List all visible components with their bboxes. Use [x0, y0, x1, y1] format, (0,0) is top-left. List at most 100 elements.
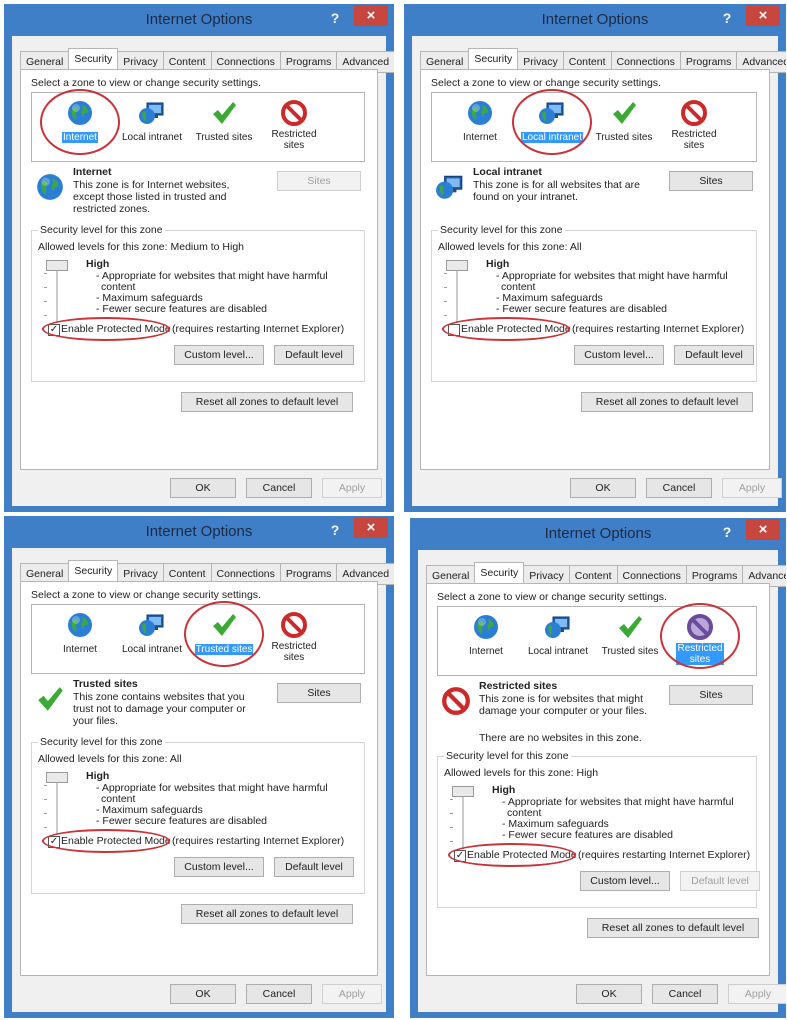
- zone-restricted-sites[interactable]: Restricted sites: [260, 611, 328, 665]
- slider-tick: [44, 315, 47, 316]
- zone-list[interactable]: Internet Local intranet Trusted sites Res…: [431, 89, 757, 162]
- ok-button[interactable]: OK: [576, 984, 642, 1004]
- zone-restricted-sites[interactable]: Restricted sites: [660, 99, 728, 153]
- restricted-icon: [680, 99, 708, 127]
- intranet-icon: [138, 99, 166, 127]
- sites-button[interactable]: Sites: [669, 685, 753, 705]
- zone-label-line: Trusted sites: [595, 132, 653, 143]
- custom-level-button[interactable]: Custom level...: [174, 857, 264, 877]
- default-level-button[interactable]: Default level: [680, 871, 760, 891]
- reset-all-zones-button[interactable]: Reset all zones to default level: [587, 918, 759, 938]
- zone-internet[interactable]: Internet: [446, 99, 514, 145]
- zone-list[interactable]: Internet Local intranet Trusted sites Res…: [31, 89, 365, 162]
- slider-tick: [444, 287, 447, 288]
- apply-button[interactable]: Apply: [322, 478, 382, 498]
- zone-prompt: Select a zone to view or change security…: [31, 77, 261, 89]
- close-button[interactable]: ×: [354, 5, 388, 26]
- apply-button[interactable]: Apply: [322, 984, 382, 1004]
- default-level-button[interactable]: Default level: [274, 345, 354, 365]
- zone-list[interactable]: Internet Local intranet Trusted sites Res…: [437, 603, 757, 676]
- zone-local-intranet[interactable]: Local intranet: [118, 99, 186, 145]
- dialog-body: General Security Privacy Content Connections…: [12, 548, 394, 1012]
- zone-description: found on your intranet.: [473, 191, 579, 203]
- zone-label-line: Trusted sites: [195, 132, 253, 143]
- security-tab-page: Select a zone to view or change security…: [426, 583, 770, 976]
- ok-button[interactable]: OK: [170, 984, 236, 1004]
- ok-button[interactable]: OK: [170, 478, 236, 498]
- slider-tick: [444, 301, 447, 302]
- level-title: High: [86, 770, 110, 782]
- protected-mode-note: (requires restarting Internet Explorer): [172, 835, 345, 847]
- close-button[interactable]: ×: [354, 517, 388, 538]
- dialog-body: General Security Privacy Content Connections…: [412, 36, 786, 506]
- dialog-body: General Security Privacy Content Connections…: [12, 36, 394, 506]
- zone-label: Trusted sites: [601, 646, 660, 657]
- allowed-levels: Allowed levels for this zone: Medium to …: [38, 241, 245, 253]
- security-slider-thumb[interactable]: [452, 786, 474, 797]
- apply-button[interactable]: Apply: [728, 984, 786, 1004]
- help-button[interactable]: ?: [322, 520, 348, 540]
- cancel-button[interactable]: Cancel: [246, 984, 312, 1004]
- reset-all-zones-button[interactable]: Reset all zones to default level: [181, 392, 353, 412]
- zone-list[interactable]: Internet Local intranet Trusted sites Res…: [31, 601, 365, 674]
- zone-trusted-sites[interactable]: Trusted sites: [596, 613, 664, 659]
- level-description: - Fewer secure features are disabled: [496, 303, 667, 315]
- slider-tick: [450, 841, 453, 842]
- help-button[interactable]: ?: [714, 522, 740, 542]
- sites-button[interactable]: Sites: [669, 171, 753, 191]
- close-button[interactable]: ×: [746, 519, 780, 540]
- zone-description: This zone is for all websites that are: [473, 179, 640, 191]
- zone-label-line: Internet: [463, 132, 497, 143]
- slider-tick: [450, 813, 453, 814]
- sites-button[interactable]: Sites: [277, 171, 361, 191]
- cancel-button[interactable]: Cancel: [246, 478, 312, 498]
- security-slider-thumb[interactable]: [46, 772, 68, 783]
- help-button[interactable]: ?: [322, 8, 348, 28]
- group-label: Security level for this zone: [444, 750, 571, 762]
- protected-mode-note: (requires restarting Internet Explorer): [578, 849, 751, 861]
- restricted-icon: [280, 611, 308, 639]
- tab-strip: General Security Privacy Content Connections…: [20, 560, 394, 585]
- slider-tick: [44, 827, 47, 828]
- default-level-button[interactable]: Default level: [274, 857, 354, 877]
- ok-button[interactable]: OK: [570, 478, 636, 498]
- globe-icon: [66, 611, 94, 639]
- group-label: Security level for this zone: [38, 224, 165, 236]
- zone-internet[interactable]: Internet: [46, 611, 114, 657]
- intranet-zone-icon: [435, 172, 465, 202]
- custom-level-button[interactable]: Custom level...: [580, 871, 670, 891]
- cancel-button[interactable]: Cancel: [652, 984, 718, 1004]
- custom-level-button[interactable]: Custom level...: [574, 345, 664, 365]
- allowed-levels: Allowed levels for this zone: All: [438, 241, 582, 253]
- zone-local-intranet[interactable]: Local intranet: [524, 613, 592, 659]
- default-level-button[interactable]: Default level: [674, 345, 754, 365]
- zone-local-intranet[interactable]: Local intranet: [118, 611, 186, 657]
- highlight-oval: [660, 603, 740, 669]
- zone-label: Restricted sites: [270, 641, 317, 663]
- zone-prompt: Select a zone to view or change security…: [437, 591, 667, 603]
- zone-label-line: Local intranet: [121, 644, 183, 655]
- reset-all-zones-button[interactable]: Reset all zones to default level: [181, 904, 353, 924]
- cancel-button[interactable]: Cancel: [646, 478, 712, 498]
- tab-strip: General Security Privacy Content Connections…: [420, 48, 786, 73]
- level-description: - Fewer secure features are disabled: [96, 815, 267, 827]
- zone-restricted-sites[interactable]: Restricted sites: [260, 99, 328, 153]
- dialog-body: General Security Privacy Content Connections…: [418, 550, 786, 1012]
- help-button[interactable]: ?: [714, 8, 740, 28]
- security-slider-thumb[interactable]: [446, 260, 468, 271]
- zone-trusted-sites[interactable]: Trusted sites: [590, 99, 658, 145]
- zone-label: Trusted sites: [195, 132, 254, 143]
- zone-name: Restricted sites: [479, 680, 558, 692]
- zone-internet[interactable]: Internet: [452, 613, 520, 659]
- close-button[interactable]: ×: [746, 5, 780, 26]
- security-slider-thumb[interactable]: [46, 260, 68, 271]
- intranet-icon: [138, 611, 166, 639]
- apply-button[interactable]: Apply: [722, 478, 782, 498]
- reset-all-zones-button[interactable]: Reset all zones to default level: [581, 392, 753, 412]
- intranet-icon: [544, 613, 572, 641]
- zone-trusted-sites[interactable]: Trusted sites: [190, 99, 258, 145]
- security-level-group: Security level for this zone Allowed leve…: [31, 736, 365, 894]
- zone-label: Trusted sites: [595, 132, 654, 143]
- sites-button[interactable]: Sites: [277, 683, 361, 703]
- custom-level-button[interactable]: Custom level...: [174, 345, 264, 365]
